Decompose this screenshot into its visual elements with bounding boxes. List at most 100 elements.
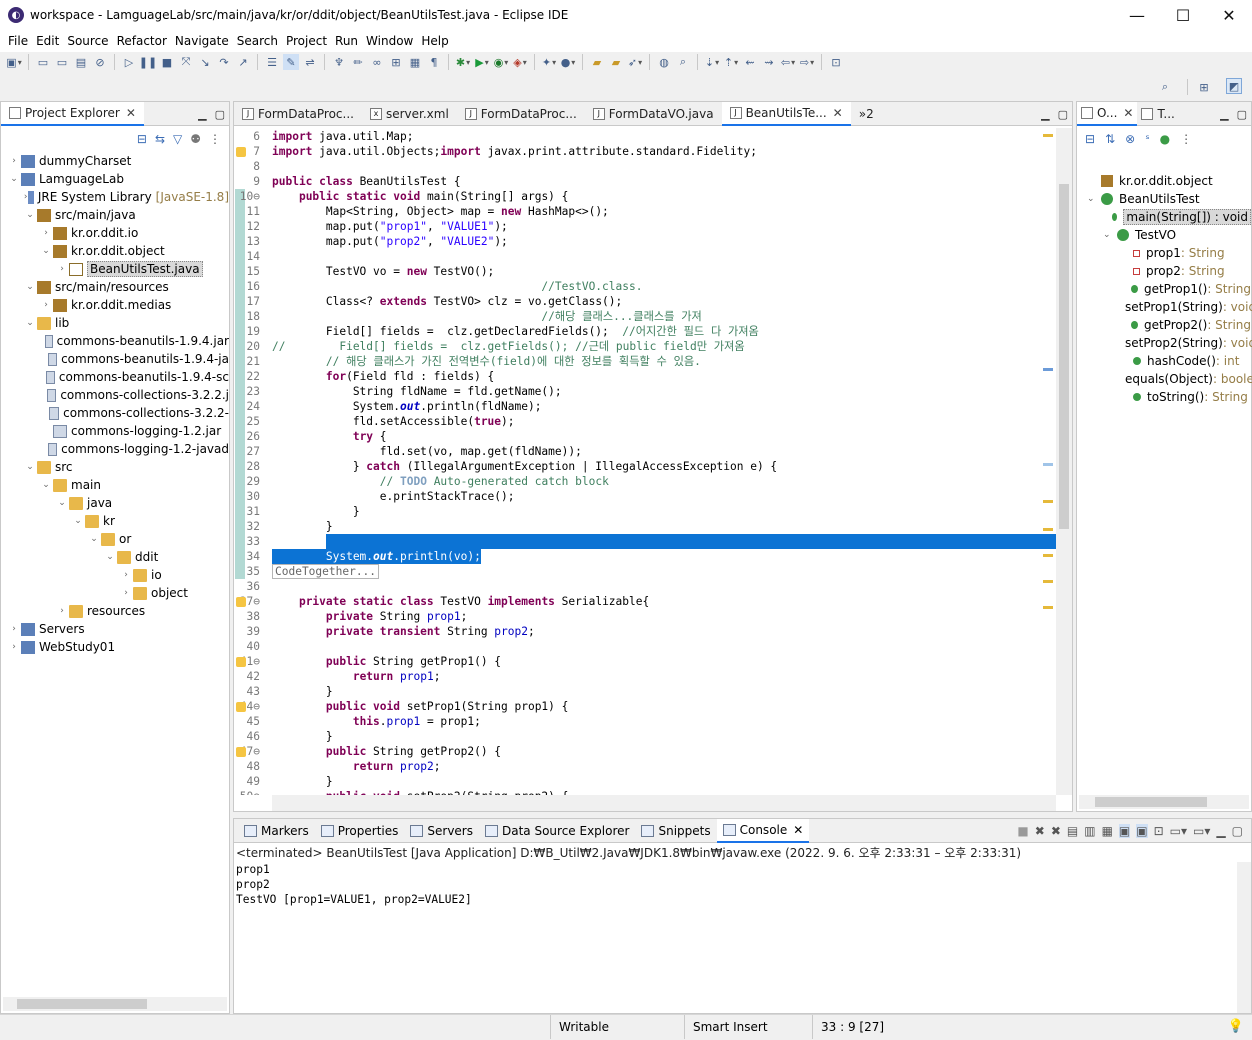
chevron-right-icon[interactable]: ›: [55, 264, 69, 274]
link-icon[interactable]: ∞: [369, 54, 385, 70]
scrollbar-thumb[interactable]: [17, 999, 147, 1009]
new-server-icon[interactable]: ♆: [331, 54, 347, 70]
tree-item[interactable]: ⌄ java: [1, 494, 229, 512]
tips-lightbulb-icon[interactable]: 💡: [1228, 1019, 1244, 1034]
chevron-down-icon[interactable]: ⌄: [55, 498, 69, 508]
tree-item[interactable]: › kr.or.ddit.medias: [1, 296, 229, 314]
menu-item-help[interactable]: Help: [417, 34, 452, 48]
save-all-icon[interactable]: ▭: [54, 54, 70, 70]
tree-item[interactable]: ⌄ kr.or.ddit.object: [1, 242, 229, 260]
chevron-down-icon[interactable]: ⌄: [7, 174, 21, 184]
status-insert-mode[interactable]: Smart Insert: [684, 1015, 812, 1039]
chevron-right-icon[interactable]: ›: [7, 156, 21, 166]
minimize-view-icon[interactable]: ▁: [1041, 108, 1049, 121]
menu-item-source[interactable]: Source: [63, 34, 112, 48]
editor-tab[interactable]: J FormDataVO.java: [585, 102, 722, 126]
chevron-down-icon[interactable]: ⌄: [23, 210, 37, 220]
tree-item[interactable]: commons-logging-1.2.jar: [1, 422, 229, 440]
chevron-right-icon[interactable]: ›: [39, 300, 53, 310]
menu-item-search[interactable]: Search: [233, 34, 282, 48]
collapse-all-icon[interactable]: ⊟: [1085, 132, 1095, 146]
step-into-icon[interactable]: ↘: [197, 54, 213, 70]
word-wrap-icon[interactable]: ▦: [1102, 824, 1113, 838]
maximize-view-icon[interactable]: ▢: [1058, 108, 1068, 121]
hide-nonpublic-icon[interactable]: ●: [1160, 132, 1170, 146]
tab-servers[interactable]: Servers: [404, 819, 479, 843]
display-console-icon[interactable]: ▭▾: [1170, 824, 1187, 838]
outline-item[interactable]: ⌄ TestVO: [1077, 226, 1251, 244]
occurrence-marker[interactable]: [1043, 368, 1053, 371]
warning-icon[interactable]: [236, 597, 246, 607]
outline-item[interactable]: setProp2(String) : void: [1077, 334, 1252, 352]
warning-marker[interactable]: [1043, 528, 1053, 531]
open-task-icon[interactable]: ▦: [407, 54, 423, 70]
hide-fields-icon[interactable]: ⊗: [1125, 132, 1135, 146]
link-with-editor-icon[interactable]: ⇆: [155, 132, 165, 146]
tree-item[interactable]: ⌄ kr: [1, 512, 229, 530]
codetogether-hint[interactable]: CodeTogether...: [272, 564, 380, 579]
editor-tab[interactable]: J FormDataProc...: [457, 102, 585, 126]
open-console-icon[interactable]: ▭▾: [1193, 824, 1210, 838]
open-folder-icon[interactable]: ▰: [589, 54, 605, 70]
outline-item[interactable]: ⌄ BeanUtilsTest: [1077, 190, 1251, 208]
editor-tab[interactable]: J BeanUtilsTe... ✕: [721, 101, 851, 126]
chevron-down-icon[interactable]: ⌄: [103, 552, 117, 562]
chevron-down-icon[interactable]: ⌄: [23, 462, 37, 472]
chevron-down-icon[interactable]: ⌄: [39, 246, 53, 256]
tree-item[interactable]: ⌄ main: [1, 476, 229, 494]
close-icon[interactable]: ✕: [833, 106, 843, 120]
minimize-view-icon[interactable]: ▁: [1216, 824, 1225, 838]
chevron-right-icon[interactable]: ›: [119, 588, 133, 598]
open-project-icon[interactable]: ▰: [608, 54, 624, 70]
globe-icon[interactable]: ◍: [656, 54, 672, 70]
chevron-down-icon[interactable]: ⌄: [23, 282, 37, 292]
tree-item[interactable]: commons-beanutils-1.9.4.jar: [1, 332, 229, 350]
tree-item[interactable]: › Servers: [1, 620, 229, 638]
outline-item[interactable]: toString() : String: [1077, 388, 1251, 406]
close-icon[interactable]: ✕: [793, 823, 803, 837]
warning-marker[interactable]: [1043, 554, 1053, 557]
disconnect-icon[interactable]: ⤧: [178, 54, 194, 70]
show-on-stderr-icon[interactable]: ▣: [1136, 824, 1148, 838]
tab-console[interactable]: Console ✕: [716, 818, 810, 843]
scrollbar-thumb[interactable]: [1095, 797, 1207, 807]
close-icon[interactable]: ✕: [126, 106, 136, 120]
chevron-down-icon[interactable]: ⌄: [39, 480, 53, 490]
chevron-down-icon[interactable]: ⌄: [87, 534, 101, 544]
menu-item-edit[interactable]: Edit: [32, 34, 63, 48]
minimize-view-icon[interactable]: ▁: [1220, 108, 1228, 121]
filter-icon[interactable]: ▽: [173, 132, 182, 146]
tree-item[interactable]: ⌄ src/main/java: [1, 206, 229, 224]
menu-item-refactor[interactable]: Refactor: [113, 34, 171, 48]
tree-item[interactable]: ⌄ or: [1, 530, 229, 548]
tab-outline[interactable]: O... ✕: [1077, 101, 1138, 126]
more-tabs-button[interactable]: »2: [851, 102, 882, 126]
minimize-view-icon[interactable]: ▁: [198, 108, 206, 121]
next-annotation-icon[interactable]: ⇣: [704, 54, 720, 70]
search-icon[interactable]: ⌕: [1157, 79, 1173, 95]
maximize-view-icon[interactable]: ▢: [1237, 108, 1247, 121]
tree-item[interactable]: › JRE System Library [JavaSE-1.8]: [1, 188, 229, 206]
menu-item-window[interactable]: Window: [362, 34, 417, 48]
chevron-down-icon[interactable]: ⌄: [23, 318, 37, 328]
view-menu-icon[interactable]: ⋮: [209, 132, 221, 146]
outline-item[interactable]: hashCode() : int: [1077, 352, 1251, 370]
tab-snippets[interactable]: Snippets: [635, 819, 716, 843]
remove-launch-icon[interactable]: ✖: [1035, 824, 1045, 838]
console-output[interactable]: prop1 prop2 TestVO [prop1=VALUE1, prop2=…: [236, 862, 472, 907]
skip-breakpoints-icon[interactable]: ⊘: [92, 54, 108, 70]
collapse-all-icon[interactable]: ⊟: [137, 132, 147, 146]
warning-icon[interactable]: [236, 747, 246, 757]
tree-item[interactable]: ⌄ LamguageLab: [1, 170, 229, 188]
menu-item-project[interactable]: Project: [282, 34, 331, 48]
pencil-icon[interactable]: ✏: [350, 54, 366, 70]
step-over-icon[interactable]: ↷: [216, 54, 232, 70]
warning-marker[interactable]: [1043, 606, 1053, 609]
remove-all-icon[interactable]: ✖: [1051, 824, 1061, 838]
maximize-view-icon[interactable]: ▢: [1232, 824, 1243, 838]
tab-project-explorer[interactable]: Project Explorer ✕: [1, 101, 144, 126]
explorer-horizontal-scrollbar[interactable]: [3, 997, 227, 1011]
new-java-project-icon[interactable]: ✦: [541, 54, 557, 70]
terminate-icon[interactable]: ■: [159, 54, 175, 70]
tree-item[interactable]: › object: [1, 584, 229, 602]
